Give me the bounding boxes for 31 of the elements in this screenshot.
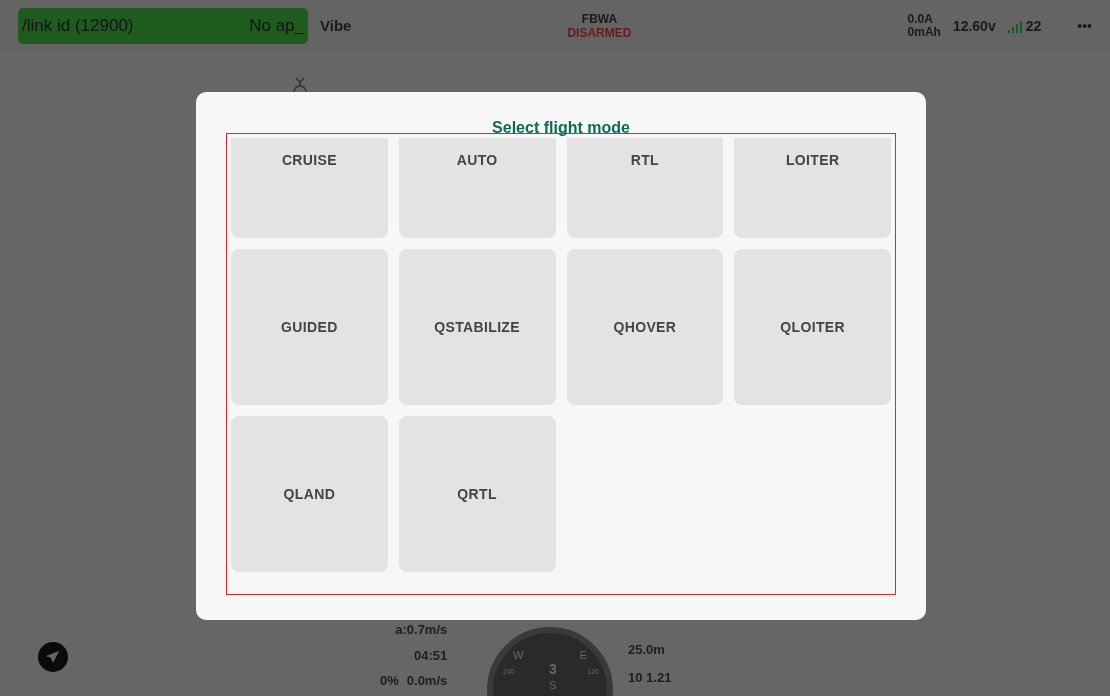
voltage-reading: 12.60v — [952, 16, 996, 36]
compass-label: E — [579, 648, 587, 663]
flight-mode-button[interactable]: GUIDED — [231, 249, 388, 405]
signal-icon — [1007, 21, 1022, 33]
current-reading: 0.0A — [907, 13, 934, 26]
link-status: No ap_ — [249, 15, 304, 38]
flight-time: 04:51 — [414, 646, 448, 665]
compass-label: W — [513, 648, 524, 663]
dialog-title: Select flight mode — [491, 118, 631, 138]
flight-mode-button[interactable]: QLAND — [231, 416, 388, 572]
throttle-reading: 0% — [380, 672, 399, 690]
link-label: /link id (12900) — [22, 15, 134, 38]
flight-mode-button[interactable]: QHOVER — [566, 249, 724, 405]
acceleration-reading: a:0.7m/s — [395, 621, 448, 639]
flight-mode-button[interactable]: QLOITER — [734, 249, 891, 405]
compass-label: S — [549, 678, 557, 693]
gps-reading: 10 1.21 — [628, 668, 672, 687]
vehicle-name: Vibe — [320, 15, 352, 36]
send-icon — [38, 642, 68, 672]
flight-mode-button[interactable]: LOITER — [734, 138, 891, 238]
arm-status: DISARMED — [567, 26, 632, 40]
compass-heading: 3 — [549, 660, 557, 679]
vertical-speed: 0.0m/s — [406, 672, 448, 690]
satellite-count: 22 — [1025, 19, 1042, 33]
altitude-reading: 25.0m — [628, 641, 666, 659]
flight-mode-button[interactable]: QRTL — [398, 416, 556, 572]
flight-mode-button[interactable]: CRUISE — [231, 138, 388, 238]
flight-mode-button[interactable]: RTL — [566, 138, 724, 238]
flight-mode-button[interactable]: AUTO — [398, 138, 556, 238]
flight-mode-button[interactable]: QSTABILIZE — [398, 249, 556, 405]
consumed-reading: 0mAh — [907, 26, 941, 39]
